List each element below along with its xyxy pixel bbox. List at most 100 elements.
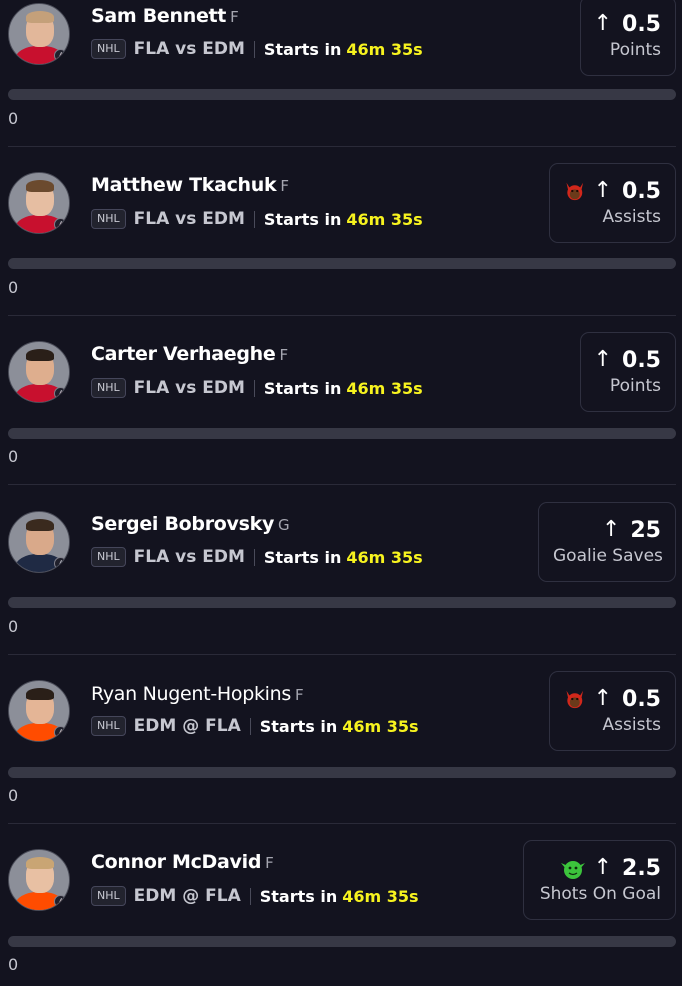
player-name-row[interactable]: Matthew Tkachuk F [91,174,289,196]
game-info: NHL FLA vs EDM Starts in 46m 35s [91,37,423,61]
starts-label: Starts in [263,39,342,59]
player-hair [26,349,54,361]
projection-button[interactable]: ↑ 25 Goalie Saves [538,502,676,582]
card-divider [8,484,676,485]
progress-bar [8,428,676,439]
player-position: F [230,8,239,26]
matchup: FLA vs EDM [133,547,245,567]
player-info-icon[interactable] [54,218,67,231]
player-info-icon[interactable] [54,726,67,739]
countdown-timer: 46m 35s [346,547,423,567]
matchup: EDM @ FLA [133,716,241,736]
progress-value: 0 [8,786,19,805]
player-position: F [279,346,288,364]
countdown-timer: 46m 35s [342,886,419,906]
projection-button[interactable]: ↑ 0.5 Assists [549,163,676,243]
player-hair [26,519,54,531]
progress-value: 0 [8,278,19,297]
game-info: NHL FLA vs EDM Starts in 46m 35s [91,545,423,569]
starts-label: Starts in [259,716,338,736]
player-card[interactable]: Sergei Bobrovsky G NHL FLA vs EDM Starts … [0,486,682,655]
arrow-up-icon: ↑ [593,686,613,711]
meta-divider [253,210,255,228]
player-hair [26,857,54,869]
player-card[interactable]: Sam Bennett F NHL FLA vs EDM Starts in 46… [0,0,682,147]
arrow-up-icon: ↑ [593,11,613,36]
player-name-row[interactable]: Sam Bennett F [91,5,239,27]
game-info: NHL FLA vs EDM Starts in 46m 35s [91,207,423,231]
game-info: NHL EDM @ FLA Starts in 46m 35s [91,714,419,738]
progress-value: 0 [8,447,19,466]
league-badge: NHL [91,716,126,736]
matchup: FLA vs EDM [133,39,245,59]
player-hair [26,11,54,23]
projection-line: 0.5 [622,11,661,37]
player-name: Ryan Nugent-Hopkins [91,683,291,705]
starts-label: Starts in [263,209,342,229]
player-position: F [280,177,289,195]
progress-value: 0 [8,955,19,974]
projection-line: 0.5 [622,347,661,373]
player-avatar[interactable] [8,511,70,573]
projection-button[interactable]: ↑ 0.5 Points [580,0,676,76]
projection-line-row: ↑ 0.5 [564,177,661,205]
stat-type: Assists [602,715,661,735]
demon-icon [566,690,584,709]
meta-divider [249,887,251,905]
projection-button[interactable]: ↑ 0.5 Points [580,332,676,412]
arrow-up-icon: ↑ [601,517,621,542]
player-name-row[interactable]: Sergei Bobrovsky G [91,513,290,535]
player-info-icon[interactable] [54,49,67,62]
game-info: NHL FLA vs EDM Starts in 46m 35s [91,376,423,400]
matchup: FLA vs EDM [133,378,245,398]
player-name: Sam Bennett [91,5,227,27]
player-avatar[interactable] [8,849,70,911]
projection-button[interactable]: ↑ 0.5 Assists [549,671,676,751]
arrow-up-icon: ↑ [593,347,613,372]
player-name: Connor McDavid [91,851,262,873]
player-name-row[interactable]: Carter Verhaeghe F [91,343,288,365]
player-info-icon[interactable] [54,895,67,908]
meta-divider [253,379,255,397]
starts-label: Starts in [263,378,342,398]
player-info-icon[interactable] [54,387,67,400]
progress-bar [8,89,676,100]
player-name: Sergei Bobrovsky [91,513,275,535]
player-avatar[interactable] [8,341,70,403]
projection-line-row: ↑ 0.5 [564,685,661,713]
league-badge: NHL [91,209,126,229]
league-badge: NHL [91,378,126,398]
player-avatar[interactable] [8,172,70,234]
player-name: Matthew Tkachuk [91,174,277,196]
progress-bar [8,258,676,269]
player-info-icon[interactable] [54,557,67,570]
player-position: F [265,854,274,872]
meta-divider [253,548,255,566]
player-position: F [294,686,304,704]
player-card[interactable]: Ryan Nugent-Hopkins F NHL EDM @ FLA Start… [0,655,682,824]
projection-line: 0.5 [622,686,661,712]
player-picks-list: Sam Bennett F NHL FLA vs EDM Starts in 46… [0,0,682,986]
matchup: EDM @ FLA [133,886,241,906]
player-name-row[interactable]: Connor McDavid F [91,851,274,873]
player-avatar[interactable] [8,3,70,65]
projection-button[interactable]: ↑ 2.5 Shots On Goal [523,840,676,920]
progress-bar [8,597,676,608]
player-card[interactable]: Matthew Tkachuk F NHL FLA vs EDM Starts i… [0,147,682,316]
progress-bar [8,767,676,778]
starts-label: Starts in [263,547,342,567]
player-card[interactable]: Connor McDavid F NHL EDM @ FLA Starts in … [0,824,682,986]
game-info: NHL EDM @ FLA Starts in 46m 35s [91,884,419,908]
player-name-row[interactable]: Ryan Nugent-Hopkins F [91,683,304,705]
stat-type: Goalie Saves [553,546,663,566]
projection-line-row: ↑ 0.5 [593,346,661,374]
projection-line-row: ↑ 25 [553,516,661,544]
stat-type: Points [609,40,661,60]
progress-value: 0 [8,109,19,128]
stat-type: Assists [602,207,661,227]
projection-line-row: ↑ 0.5 [593,10,661,38]
player-position: G [278,516,290,534]
player-card[interactable]: Carter Verhaeghe F NHL FLA vs EDM Starts … [0,316,682,485]
player-avatar[interactable] [8,680,70,742]
starts-label: Starts in [259,886,338,906]
